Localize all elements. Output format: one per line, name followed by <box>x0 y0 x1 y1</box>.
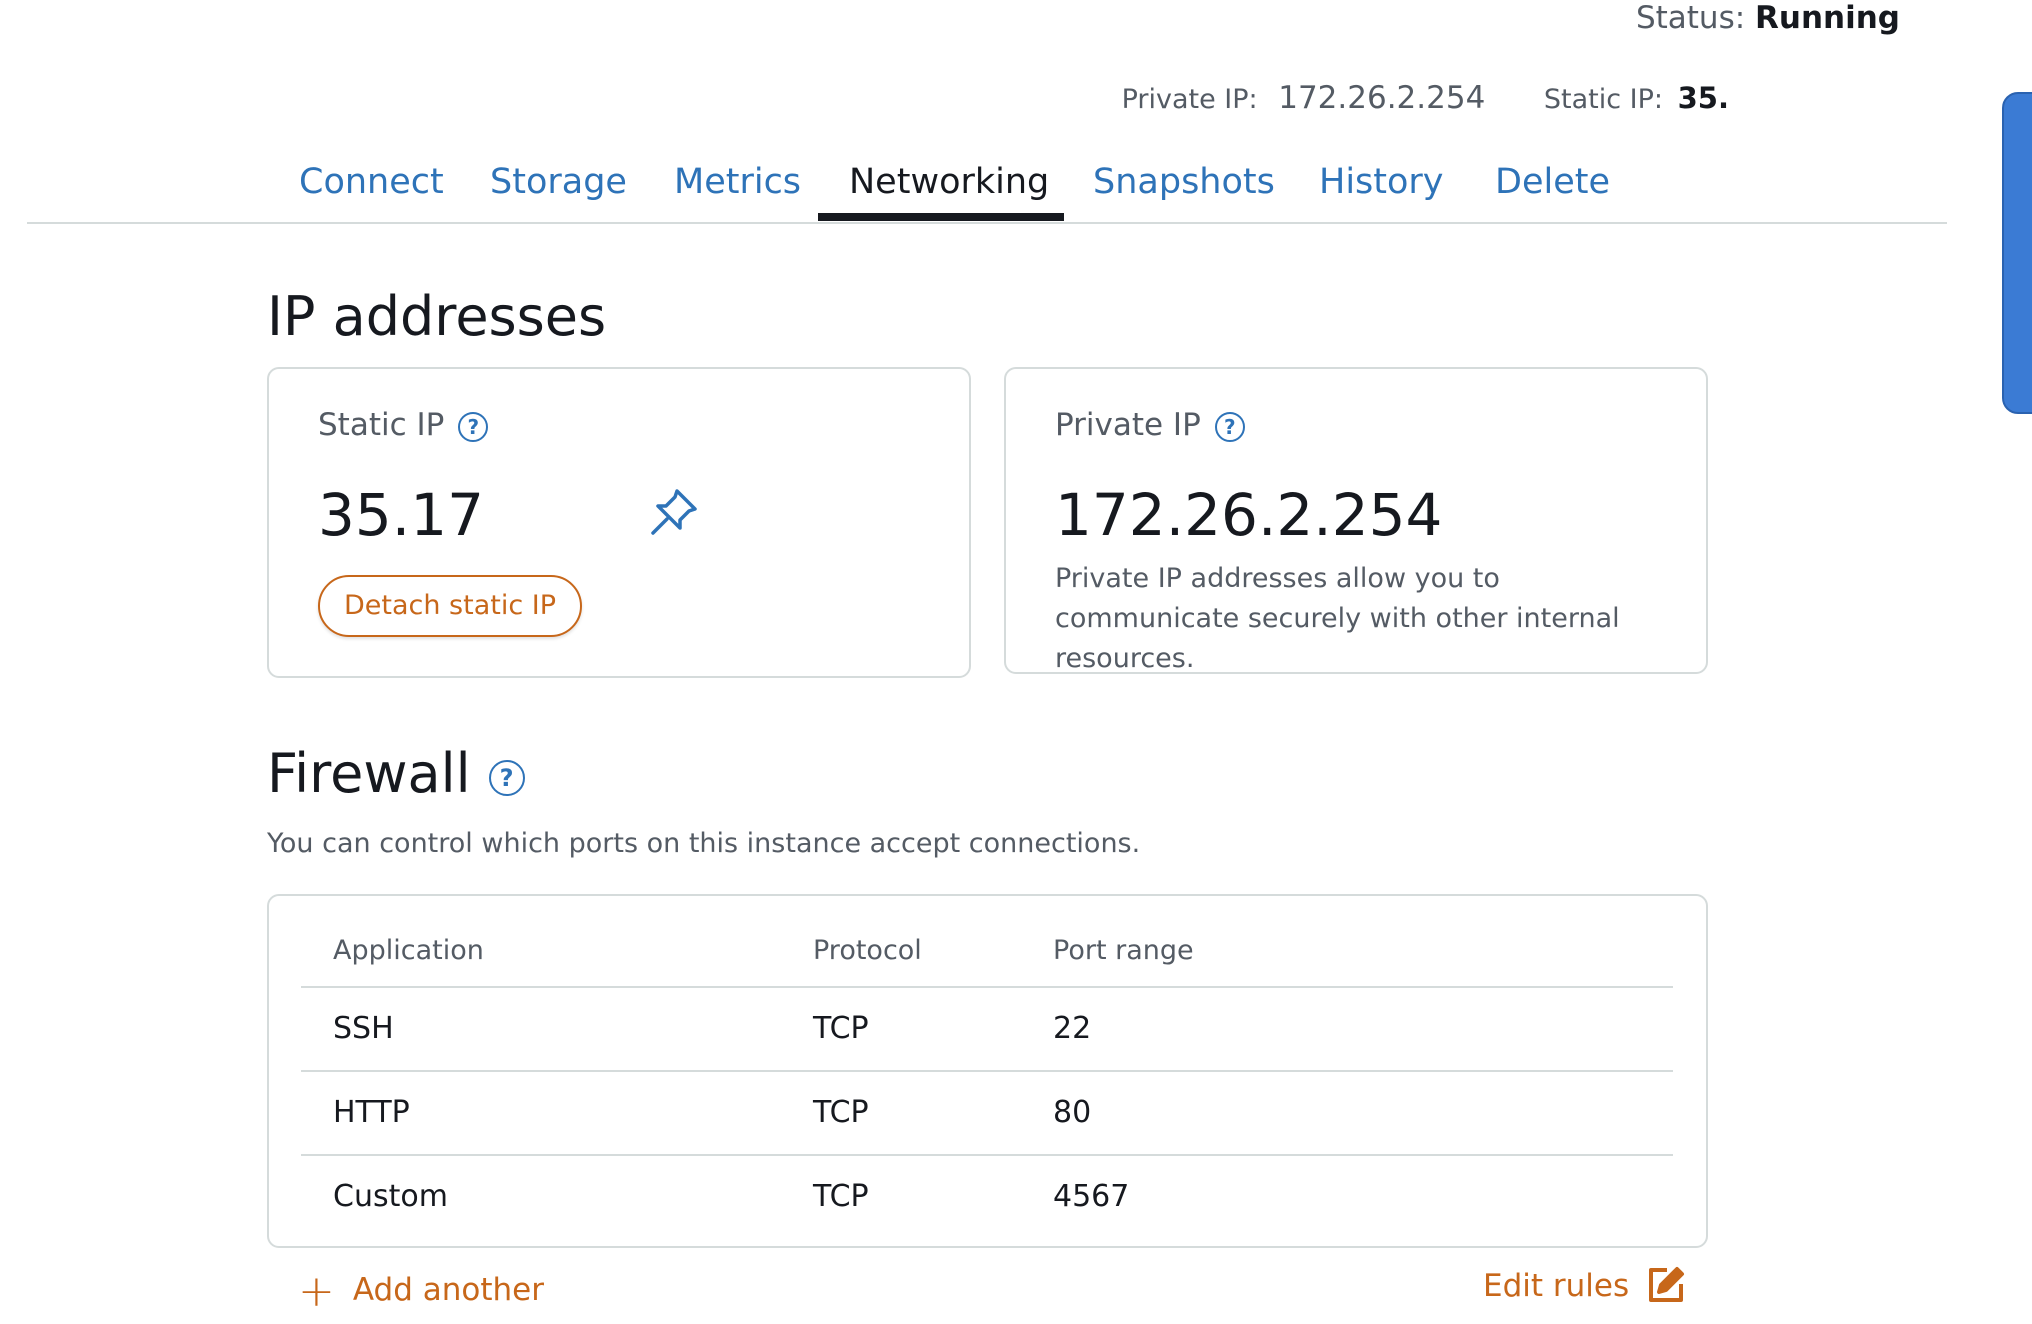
add-another-rule-button[interactable]: + Add another <box>298 1266 544 1317</box>
ip-addresses-title: IP addresses <box>267 285 607 348</box>
table-row: Custom TCP 4567 <box>301 1156 1673 1238</box>
cell-port-range: 80 <box>1053 1095 1092 1130</box>
help-icon[interactable]: ? <box>458 411 489 442</box>
instance-tabs: Connect Storage Metrics Networking Snaps… <box>27 140 1947 224</box>
cell-protocol: TCP <box>813 1095 869 1130</box>
detach-static-ip-button[interactable]: Detach static IP <box>318 575 582 637</box>
side-panel-toggle[interactable] <box>2002 92 2032 414</box>
tab-snapshots[interactable]: Snapshots <box>1093 162 1275 202</box>
private-ip-card-label-text: Private IP <box>1055 407 1201 443</box>
tab-metrics[interactable]: Metrics <box>674 162 801 202</box>
static-ip-card-label: Static IP? <box>318 407 489 443</box>
active-tab-indicator <box>818 213 1064 221</box>
instance-status: Status: Running <box>1636 0 1900 36</box>
column-header-application: Application <box>333 935 484 966</box>
ip-summary: Private IP: 172.26.2.254 Static IP: 35. <box>1122 80 1729 116</box>
firewall-rules-table: Application Protocol Port range SSH TCP … <box>301 916 1673 1238</box>
static-ip-card-value: 35.17 <box>318 481 485 549</box>
private-ip-card-label: Private IP? <box>1055 407 1245 443</box>
table-row: HTTP TCP 80 <box>301 1072 1673 1156</box>
tab-history[interactable]: History <box>1319 162 1444 202</box>
edit-icon <box>1649 1267 1685 1302</box>
private-ip-description: Private IP addresses allow you to commun… <box>1055 563 1620 674</box>
page: Status: Running Private IP: 172.26.2.254… <box>0 0 2032 1324</box>
firewall-description: You can control which ports on this inst… <box>267 828 1141 859</box>
cell-protocol: TCP <box>813 1011 869 1046</box>
firewall-title-text: Firewall <box>267 742 471 805</box>
table-header: Application Protocol Port range <box>301 916 1673 988</box>
edit-rules-label: Edit rules <box>1483 1268 1630 1304</box>
private-ip-card: Private IP? 172.26.2.254 Private IP addr… <box>1004 367 1708 674</box>
tab-storage[interactable]: Storage <box>490 162 627 202</box>
static-ip-label: Static IP: <box>1543 84 1664 115</box>
static-ip-card: Static IP? 35.17 Detach static IP <box>267 367 971 678</box>
private-ip-value: 172.26.2.254 <box>1278 80 1486 116</box>
tab-delete[interactable]: Delete <box>1495 162 1610 202</box>
tab-connect[interactable]: Connect <box>299 162 444 202</box>
table-row: SSH TCP 22 <box>301 988 1673 1072</box>
add-another-label: Add another <box>352 1272 544 1308</box>
column-header-protocol: Protocol <box>813 935 922 966</box>
tab-networking[interactable]: Networking <box>849 162 1049 202</box>
static-ip-value: 35. <box>1677 81 1729 115</box>
status-label: Status: <box>1635 0 1746 36</box>
cell-application: Custom <box>333 1179 448 1214</box>
firewall-rules-card: Application Protocol Port range SSH TCP … <box>267 894 1708 1248</box>
private-ip-card-value: 172.26.2.254 <box>1055 481 1443 549</box>
help-icon[interactable]: ? <box>1214 411 1245 442</box>
static-ip-card-label-text: Static IP <box>318 407 445 443</box>
cell-port-range: 4567 <box>1053 1179 1130 1214</box>
cell-port-range: 22 <box>1053 1011 1092 1046</box>
private-ip-label: Private IP: <box>1121 84 1258 115</box>
plus-icon: + <box>298 1266 335 1317</box>
help-icon[interactable]: ? <box>488 760 525 796</box>
edit-rules-button[interactable]: Edit rules <box>1483 1266 1685 1304</box>
cell-protocol: TCP <box>813 1179 869 1214</box>
status-value: Running <box>1755 0 1900 36</box>
cell-application: HTTP <box>333 1095 410 1130</box>
cell-application: SSH <box>333 1011 394 1046</box>
pin-icon <box>647 485 701 543</box>
column-header-port-range: Port range <box>1053 935 1194 966</box>
firewall-title: Firewall? <box>267 742 525 805</box>
